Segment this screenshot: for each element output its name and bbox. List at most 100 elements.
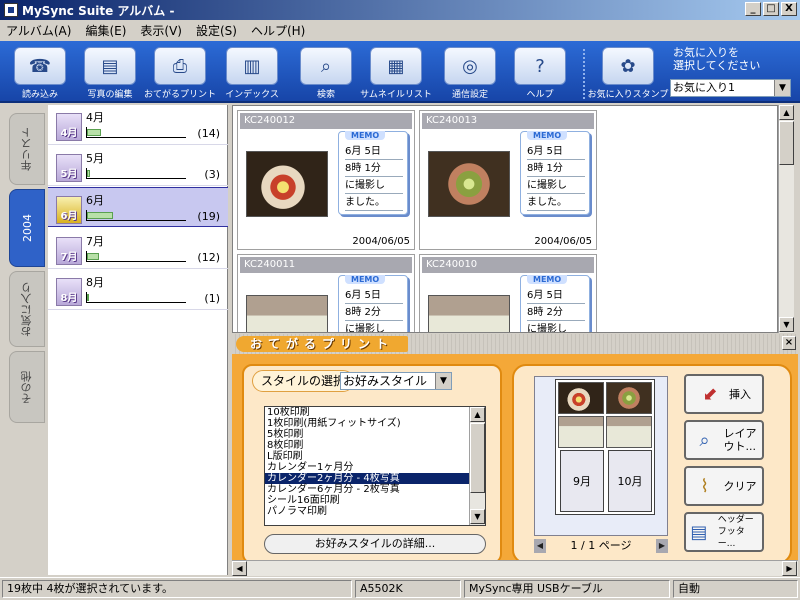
style-item[interactable]: シール16面印刷	[265, 495, 485, 506]
style-item[interactable]: カレンダー6ヶ月分 - 2枚写真	[265, 484, 485, 495]
next-page-icon[interactable]: ▶	[656, 539, 668, 553]
month-row-5[interactable]: 5月 5月 (3)	[48, 146, 228, 186]
clear-button[interactable]: ⌇ クリア	[684, 466, 764, 506]
window-title: MySync Suite アルバム -	[22, 3, 175, 18]
photo-thumbnail[interactable]	[428, 151, 510, 217]
scroll-thumb[interactable]	[470, 423, 485, 493]
thumbnail-list-button[interactable]: ▦ サムネイルリスト	[360, 47, 432, 101]
chevron-down-icon: ▼	[774, 80, 790, 96]
photo-card[interactable]: KC240013 MEMO 6月 5日 8時 1分 に撮影し ました。 2004…	[419, 110, 597, 250]
print-preview: 9月 10月 ◀ 1 / 1 ページ ▶ ⬋ 挿入 ⌕ レイア ウト... ⌇ …	[512, 364, 792, 564]
style-item[interactable]: 5枚印刷	[265, 429, 485, 440]
count-bar	[86, 127, 186, 138]
style-item-selected[interactable]: カレンダー2ヶ月分 - 4枚写真	[265, 473, 485, 484]
style-dropdown[interactable]: お好みスタイル ▼	[340, 372, 452, 390]
photo-thumbnail[interactable]	[428, 295, 510, 332]
calendar-icon: 8月	[56, 278, 82, 306]
month-row-6[interactable]: 6月 6月 (19)	[48, 187, 228, 227]
favorite-select[interactable]: お気に入り1 ▼	[670, 79, 791, 97]
headset-icon: ◎	[444, 47, 496, 85]
count-bar	[86, 210, 186, 221]
preview-frame: 9月 10月	[534, 376, 668, 536]
month-list: 4月 4月 (14) 5月 5月 (3) 6月 6月 (19) 7月 7月 (1…	[48, 105, 228, 575]
menu-settings[interactable]: 設定(S)	[196, 22, 237, 39]
style-list: 10枚印刷 1枚印刷(用紙フィットサイズ) 5枚印刷 8枚印刷 L版印刷 カレン…	[264, 406, 486, 526]
tab-year-list[interactable]: 年リスト	[9, 113, 45, 185]
print-panel: スタイルの選択 お好みスタイル ▼ 10枚印刷 1枚印刷(用紙フィットサイズ) …	[232, 354, 798, 575]
calendar-icon: 4月	[56, 113, 82, 141]
style-list-scrollbar[interactable]: ▲ ▼	[469, 407, 485, 525]
tab-2004[interactable]: 2004	[9, 189, 45, 267]
memo-note: MEMO 6月 5日 8時 2分 に撮影し	[338, 275, 408, 332]
scroll-up-icon[interactable]: ▲	[779, 105, 794, 120]
status-mode: 自動	[673, 580, 798, 598]
insert-button[interactable]: ⬋ 挿入	[684, 374, 764, 414]
style-item[interactable]: 8枚印刷	[265, 440, 485, 451]
calendar-month: 10月	[608, 450, 652, 512]
memo-note: MEMO 6月 5日 8時 2分 に撮影し	[520, 275, 590, 332]
left-tabs: 年リスト 2004 お気に入り その他	[0, 105, 48, 575]
help-button[interactable]: ? ヘルプ	[508, 47, 572, 101]
print-panel-title: おてがるプリント	[236, 336, 409, 352]
month-row-7[interactable]: 7月 7月 (12)	[48, 229, 228, 269]
header-footer-button[interactable]: ▤ ヘッダー フッター...	[684, 512, 764, 552]
photo-scrollbar[interactable]: ▲ ▼	[778, 105, 794, 333]
thumbnail-list-icon: ▦	[370, 47, 422, 85]
menu-bar: アルバム(A) 編集(E) 表示(V) 設定(S) ヘルプ(H)	[0, 20, 800, 40]
search-button[interactable]: ⌕ 検索	[294, 47, 358, 101]
scroll-thumb[interactable]	[779, 121, 794, 165]
prev-page-icon[interactable]: ◀	[534, 539, 546, 553]
comm-settings-button[interactable]: ◎ 通信設定	[438, 47, 502, 101]
photo-card[interactable]: KC240012 MEMO 6月 5日 8時 1分 に撮影し ました。 2004…	[237, 110, 415, 250]
photo-card[interactable]: KC240010 MEMO 6月 5日 8時 2分 に撮影し	[419, 254, 597, 332]
menu-help[interactable]: ヘルプ(H)	[251, 22, 305, 39]
scroll-up-icon[interactable]: ▲	[470, 407, 485, 422]
chevron-down-icon: ▼	[435, 373, 451, 389]
menu-view[interactable]: 表示(V)	[140, 22, 182, 39]
photo-edit-button[interactable]: ▤ 写真の編集	[78, 47, 142, 101]
favorite-stamp-button[interactable]: ✿ お気に入りスタンプ	[588, 47, 668, 101]
tab-other[interactable]: その他	[9, 351, 45, 423]
count-bar	[86, 251, 186, 262]
print-panel-header: おてがるプリント ×	[232, 334, 798, 354]
insert-icon: ⬋	[702, 383, 718, 405]
tab-favorites[interactable]: お気に入り	[9, 271, 45, 347]
scroll-down-icon[interactable]: ▼	[470, 509, 485, 524]
index-button[interactable]: ▥ インデックス	[220, 47, 284, 101]
style-item[interactable]: L版印刷	[265, 451, 485, 462]
close-icon[interactable]: ×	[782, 336, 796, 350]
menu-album[interactable]: アルバム(A)	[6, 22, 71, 39]
layout-button[interactable]: ⌕ レイア ウト...	[684, 420, 764, 460]
scroll-right-icon[interactable]: ▶	[782, 561, 797, 576]
app-icon	[4, 3, 18, 17]
status-connection: MySync専用 USBケーブル	[464, 580, 670, 598]
style-detail-button[interactable]: お好みスタイルの詳細...	[264, 534, 486, 554]
count-bar	[86, 292, 186, 303]
scroll-down-icon[interactable]: ▼	[779, 317, 794, 332]
photo-card[interactable]: KC240011 MEMO 6月 5日 8時 2分 に撮影し	[237, 254, 415, 332]
preview-photo	[558, 416, 604, 448]
month-row-4[interactable]: 4月 4月 (14)	[48, 105, 228, 145]
style-item[interactable]: カレンダー1ヶ月分	[265, 462, 485, 473]
phone-icon: ☎	[14, 47, 66, 85]
month-row-8[interactable]: 8月 8月 (1)	[48, 270, 228, 310]
style-item[interactable]: パノラマ印刷	[265, 506, 485, 517]
menu-edit[interactable]: 編集(E)	[85, 22, 126, 39]
print-panel-hscrollbar[interactable]: ◀ ▶	[232, 560, 798, 576]
style-item[interactable]: 10枚印刷	[265, 407, 485, 418]
minimize-button[interactable]: _	[745, 2, 761, 16]
print-icon: ⎙	[154, 47, 206, 85]
import-button[interactable]: ☎ 読み込み	[8, 47, 72, 101]
style-item[interactable]: 1枚印刷(用紙フィットサイズ)	[265, 418, 485, 429]
help-icon: ?	[514, 47, 566, 85]
broom-icon: ⌇	[700, 475, 709, 497]
memo-note: MEMO 6月 5日 8時 1分 に撮影し ました。	[338, 131, 408, 215]
photo-thumbnail[interactable]	[246, 151, 328, 217]
calendar-icon: 7月	[56, 237, 82, 265]
easy-print-button[interactable]: ⎙ おてがるプリント	[144, 47, 216, 101]
scroll-left-icon[interactable]: ◀	[232, 561, 247, 576]
preview-photo	[558, 382, 604, 414]
close-button[interactable]: X	[781, 2, 797, 16]
maximize-button[interactable]: □	[763, 2, 779, 16]
photo-thumbnail[interactable]	[246, 295, 328, 332]
